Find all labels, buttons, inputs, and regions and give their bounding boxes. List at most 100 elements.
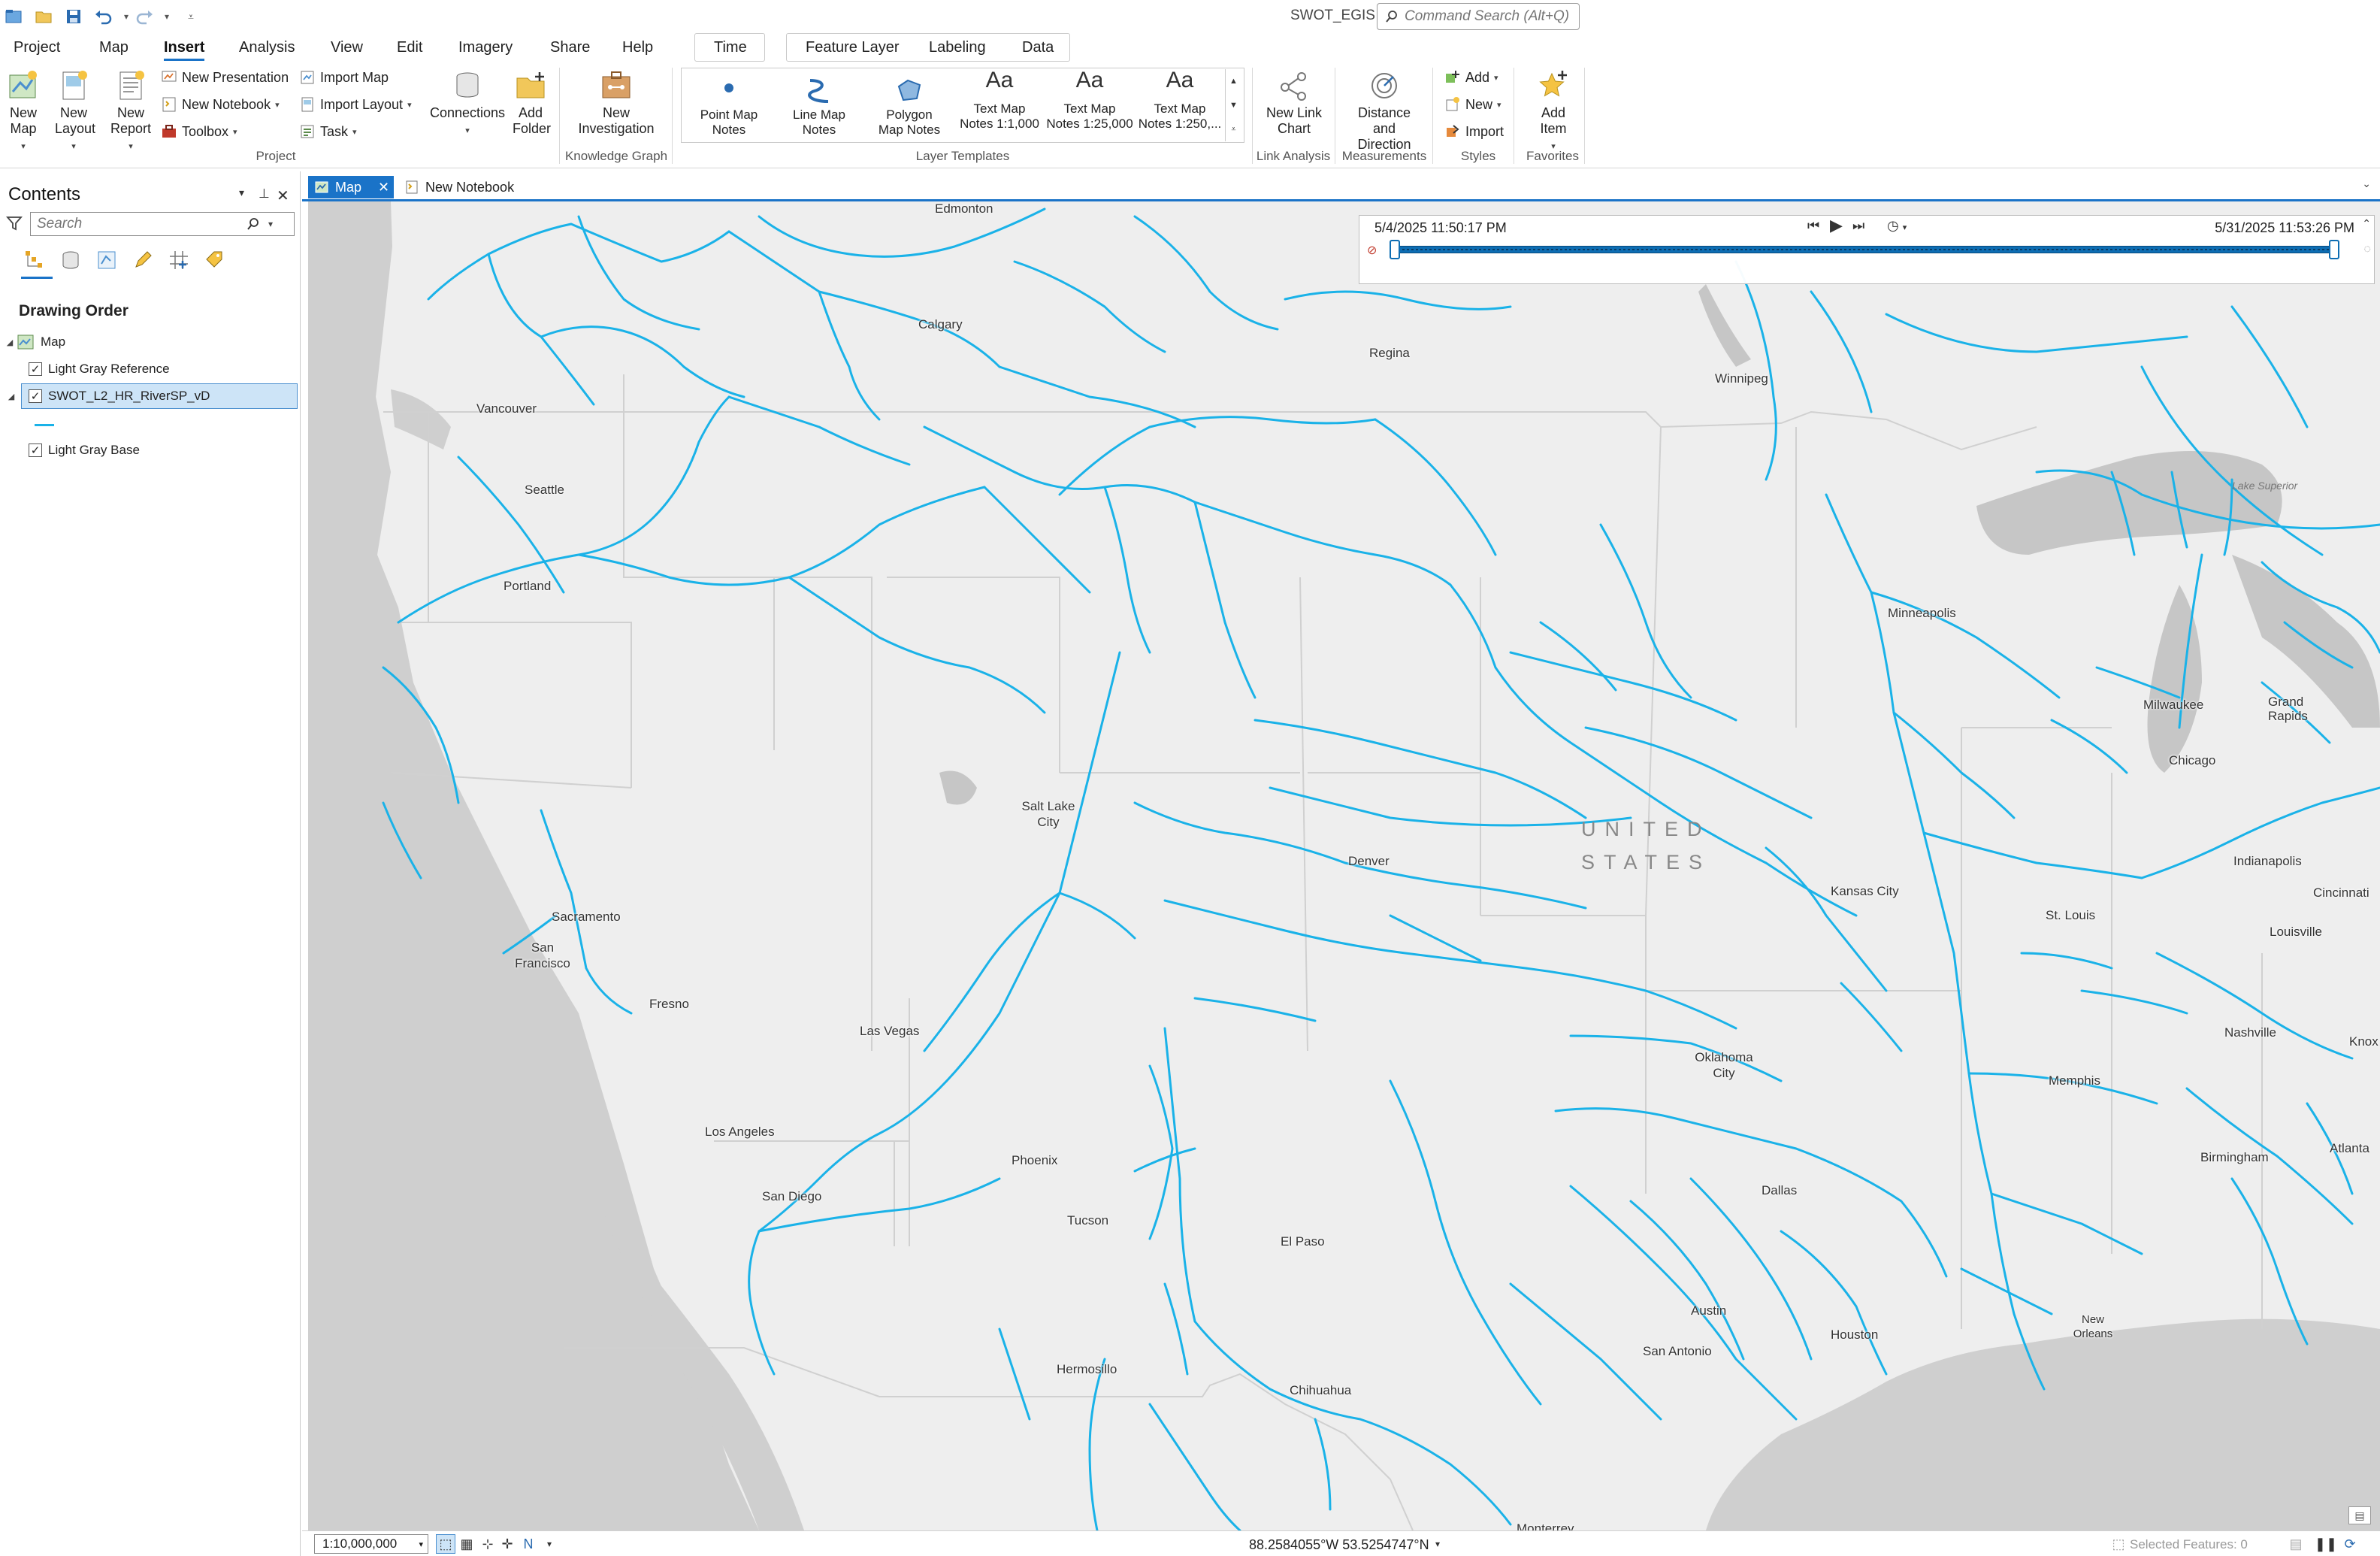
tab-time[interactable]: Time bbox=[714, 39, 747, 56]
tab-labeling[interactable]: Labeling bbox=[929, 39, 986, 56]
refresh-icon[interactable]: ⟳ bbox=[2340, 1534, 2360, 1554]
close-icon[interactable]: ✕ bbox=[277, 186, 289, 205]
new-layout-button[interactable]: New Layout ▾ bbox=[53, 69, 95, 155]
new-notebook-button[interactable]: New Notebook ▾ bbox=[161, 96, 280, 113]
snapping-icon[interactable]: ⊹ bbox=[478, 1534, 497, 1554]
text-map-notes-1k-button[interactable]: Aa Text Map Notes 1:1,000 bbox=[955, 68, 1044, 132]
distance-and-direction-button[interactable]: Distance and Direction bbox=[1341, 69, 1428, 153]
point-map-notes-button[interactable]: Point Map Notes bbox=[685, 68, 773, 138]
customize-icon[interactable]: ⩡ bbox=[180, 6, 201, 27]
table-icon[interactable]: ▤ bbox=[2286, 1534, 2306, 1554]
tab-project[interactable]: Project bbox=[14, 39, 60, 56]
notebook-view-tab[interactable]: New Notebook bbox=[400, 176, 514, 198]
contents-search-input[interactable] bbox=[37, 216, 240, 232]
selection-icon[interactable]: ⬚ bbox=[2109, 1534, 2128, 1554]
gallery-scroll-up-icon[interactable]: ▲ bbox=[1225, 69, 1241, 93]
save-icon[interactable] bbox=[63, 6, 84, 27]
command-search[interactable] bbox=[1377, 3, 1580, 30]
project-open-icon[interactable] bbox=[3, 6, 24, 27]
expand-triangle-icon[interactable]: ◢ bbox=[6, 392, 17, 401]
redo-icon[interactable] bbox=[134, 6, 155, 27]
search-options-chevron-icon[interactable]: ▾ bbox=[268, 219, 273, 229]
layer-row-light-gray-base[interactable]: ✓ Light Gray Base bbox=[0, 437, 301, 463]
gallery-scroll-down-icon[interactable]: ▼ bbox=[1225, 93, 1241, 117]
new-link-chart-button[interactable]: New Link Chart bbox=[1260, 69, 1329, 137]
list-by-labeling-icon[interactable] bbox=[201, 247, 228, 274]
layer-row-swot-river[interactable]: ◢ ✓ SWOT_L2_HR_RiverSP_vD bbox=[0, 383, 301, 409]
tab-view[interactable]: View bbox=[331, 39, 363, 56]
grid-icon[interactable]: ▦ bbox=[457, 1534, 476, 1554]
toolbox-button[interactable]: Toolbox ▾ bbox=[161, 123, 237, 140]
coordinate-format-chevron-icon[interactable]: ▾ bbox=[1428, 1534, 1447, 1554]
new-map-button[interactable]: New Map ▾ bbox=[5, 69, 42, 155]
map-fit-icon[interactable]: ⬚ bbox=[436, 1534, 455, 1554]
filter-icon[interactable] bbox=[6, 215, 23, 235]
list-by-drawing-order-icon[interactable] bbox=[21, 247, 48, 274]
crosshair-icon[interactable]: ✛ bbox=[497, 1534, 517, 1554]
connections-button[interactable]: Connections ▾ bbox=[425, 69, 510, 139]
undo-icon[interactable] bbox=[93, 6, 114, 27]
layer-visibility-checkbox[interactable]: ✓ bbox=[29, 443, 42, 457]
playback-settings-icon[interactable]: ◷ ▾ bbox=[1887, 218, 1907, 234]
new-report-button[interactable]: New Report ▾ bbox=[108, 69, 153, 155]
gallery-expand-icon[interactable]: ⩡ bbox=[1225, 117, 1241, 141]
close-tab-icon[interactable]: ✕ bbox=[378, 180, 389, 195]
tab-analysis[interactable]: Analysis bbox=[239, 39, 295, 56]
tab-imagery[interactable]: Imagery bbox=[458, 39, 513, 56]
pause-drawing-icon[interactable]: ❚❚ bbox=[2315, 1534, 2337, 1554]
time-slider-track[interactable] bbox=[1393, 246, 2339, 253]
tab-help[interactable]: Help bbox=[622, 39, 653, 56]
scale-selector[interactable]: 1:10,000,000 ▾ bbox=[314, 1534, 428, 1554]
play-icon[interactable]: ▶ bbox=[1830, 216, 1843, 235]
north-arrow-icon[interactable]: N bbox=[519, 1534, 538, 1554]
contents-search-box[interactable]: ▾ bbox=[30, 212, 295, 236]
time-slider-options-icon[interactable]: ◌ bbox=[2363, 243, 2371, 256]
tab-data[interactable]: Data bbox=[1022, 39, 1054, 56]
import-layout-button[interactable]: Import Layout ▾ bbox=[299, 96, 412, 113]
polygon-map-notes-button[interactable]: Polygon Map Notes bbox=[865, 68, 954, 138]
import-map-button[interactable]: Import Map bbox=[299, 69, 389, 86]
folder-open-icon[interactable] bbox=[33, 6, 54, 27]
tab-feature-layer[interactable]: Feature Layer bbox=[806, 39, 900, 56]
time-disable-icon[interactable]: ⊘ bbox=[1367, 243, 1377, 258]
map-view-tab[interactable]: Map ✕ bbox=[308, 176, 394, 198]
text-map-notes-250k-button[interactable]: Aa Text Map Notes 1:250,... bbox=[1136, 68, 1224, 132]
task-button[interactable]: Task ▾ bbox=[299, 123, 357, 140]
pin-icon[interactable]: ⊥ bbox=[259, 186, 270, 201]
time-slider-end-handle[interactable] bbox=[2329, 240, 2339, 259]
add-folder-button[interactable]: Add Folder bbox=[511, 69, 551, 137]
layer-visibility-checkbox[interactable]: ✓ bbox=[29, 362, 42, 376]
styles-add-button[interactable]: Add ▾ bbox=[1444, 69, 1498, 86]
line-map-notes-button[interactable]: Line Map Notes bbox=[775, 68, 863, 138]
layer-row-light-gray-reference[interactable]: ✓ Light Gray Reference bbox=[0, 356, 301, 382]
collapse-chevron-icon[interactable]: ⌃ bbox=[2362, 217, 2371, 230]
styles-import-button[interactable]: Import bbox=[1444, 123, 1504, 140]
tab-insert[interactable]: Insert bbox=[164, 39, 205, 61]
text-map-notes-25k-button[interactable]: Aa Text Map Notes 1:25,000 bbox=[1045, 68, 1134, 132]
expand-triangle-icon[interactable]: ◢ bbox=[5, 338, 15, 347]
tab-list-chevron-icon[interactable]: ⌄ bbox=[2362, 177, 2371, 190]
new-investigation-button[interactable]: New Investigation bbox=[571, 69, 661, 137]
map-view[interactable]: UNITED STATES Lake Superior Edmonton Cal… bbox=[308, 201, 2380, 1530]
layer-visibility-checkbox[interactable]: ✓ bbox=[29, 389, 42, 403]
pane-options-icon[interactable]: ▾ bbox=[239, 186, 244, 199]
next-icon[interactable]: ⏭ bbox=[1852, 218, 1864, 234]
chevron-down-icon[interactable]: ▾ bbox=[540, 1534, 559, 1554]
new-presentation-button[interactable]: New Presentation bbox=[161, 69, 289, 86]
tab-share[interactable]: Share bbox=[550, 39, 590, 56]
add-item-button[interactable]: Add Item ▾ bbox=[1520, 69, 1587, 155]
previous-icon[interactable]: ⏮ bbox=[1807, 218, 1819, 234]
list-by-editing-icon[interactable] bbox=[129, 247, 156, 274]
tree-map-node[interactable]: ◢ Map bbox=[0, 329, 301, 355]
list-by-snapping-icon[interactable] bbox=[165, 247, 192, 274]
tab-map[interactable]: Map bbox=[99, 39, 129, 56]
list-by-data-source-icon[interactable] bbox=[57, 247, 84, 274]
styles-new-button[interactable]: New ▾ bbox=[1444, 96, 1501, 113]
list-by-selection-icon[interactable] bbox=[93, 247, 120, 274]
search-icon[interactable] bbox=[246, 216, 261, 232]
redo-dropdown-icon[interactable]: ▾ bbox=[156, 6, 177, 27]
tab-edit[interactable]: Edit bbox=[397, 39, 422, 56]
time-slider-start-handle[interactable] bbox=[1390, 240, 1400, 259]
map-overview-icon[interactable]: ▤ bbox=[2348, 1506, 2371, 1524]
command-search-input[interactable] bbox=[1405, 8, 1577, 25]
